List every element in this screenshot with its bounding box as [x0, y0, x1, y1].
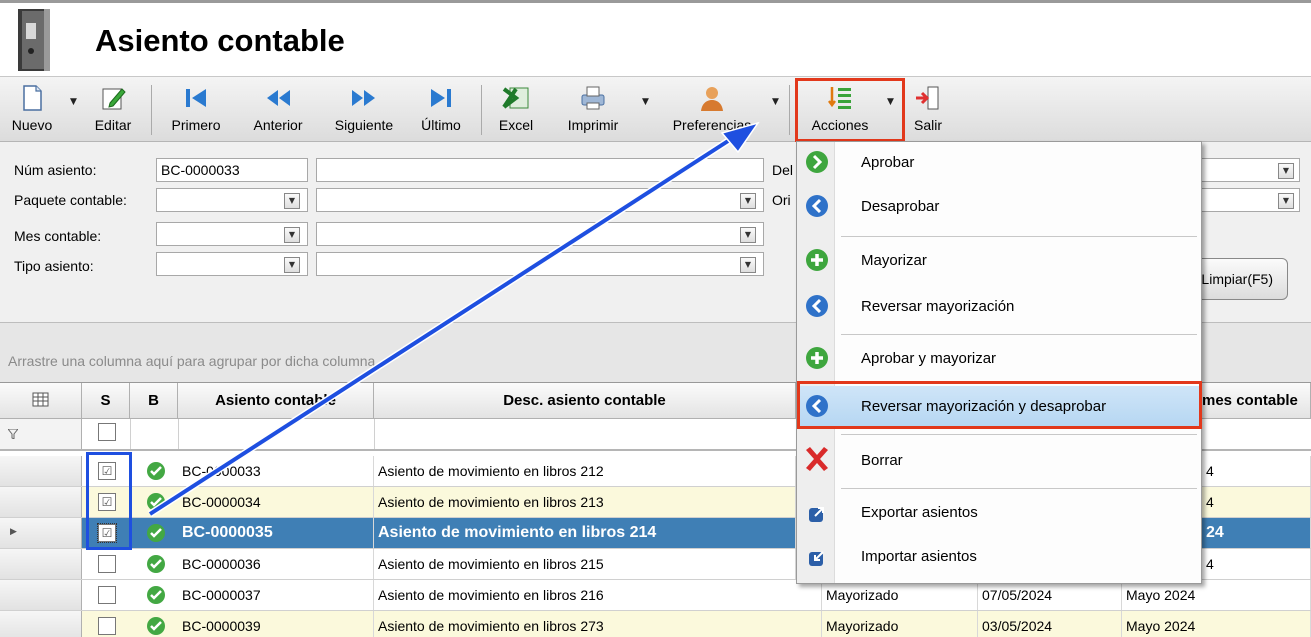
- annotation-arrow: [148, 121, 760, 517]
